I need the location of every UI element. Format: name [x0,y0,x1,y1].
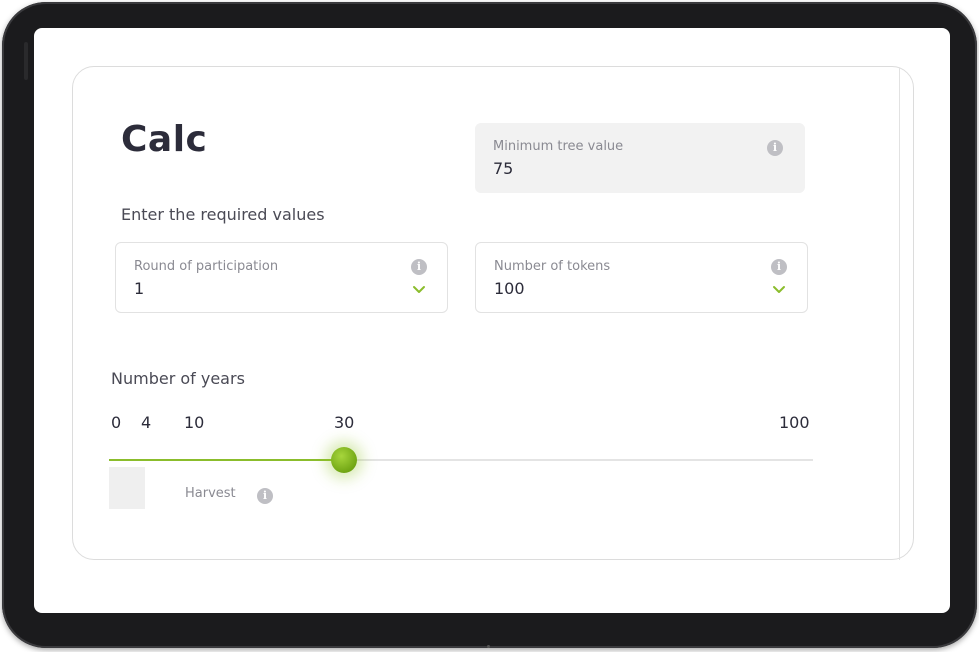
min-tree-value-label: Minimum tree value [493,139,624,154]
years-slider-track[interactable] [109,459,813,461]
calculator-card: Calc Enter the required values Minimum t… [72,66,914,560]
years-tick[interactable]: 0 [111,413,121,432]
years-tick[interactable]: 10 [184,413,204,432]
years-tick[interactable]: 4 [141,413,151,432]
round-of-participation-value: 1 [134,279,145,298]
info-icon[interactable]: i [257,488,273,504]
min-tree-value-field: Minimum tree value 75 i [475,123,805,193]
info-icon[interactable]: i [771,259,787,275]
years-slider-fill [109,459,345,461]
harvest-marker [109,467,145,509]
chevron-down-icon[interactable] [772,285,786,295]
card-scrollbar[interactable] [899,68,900,560]
years-tick[interactable]: 30 [334,413,354,432]
number-of-tokens-label: Number of tokens [494,259,611,274]
years-slider-thumb[interactable] [331,447,357,473]
info-icon[interactable]: i [411,259,427,275]
number-of-years-label: Number of years [111,369,245,388]
page-subtitle: Enter the required values [121,205,325,224]
harvest-label: Harvest [185,486,236,501]
number-of-tokens-select[interactable]: Number of tokens 100 i [475,242,808,313]
round-of-participation-label: Round of participation [134,259,279,274]
page-title: Calc [121,119,208,160]
min-tree-value-value: 75 [493,159,514,178]
tablet-screen: Calc Enter the required values Minimum t… [34,28,950,613]
tablet-side-button [24,42,28,80]
tablet-frame: Calc Enter the required values Minimum t… [2,2,977,648]
tablet-bottom-dot [487,645,490,648]
info-icon[interactable]: i [767,140,783,156]
round-of-participation-select[interactable]: Round of participation 1 i [115,242,448,313]
chevron-down-icon[interactable] [412,285,426,295]
years-tick[interactable]: 100 [779,413,810,432]
number-of-tokens-value: 100 [494,279,525,298]
